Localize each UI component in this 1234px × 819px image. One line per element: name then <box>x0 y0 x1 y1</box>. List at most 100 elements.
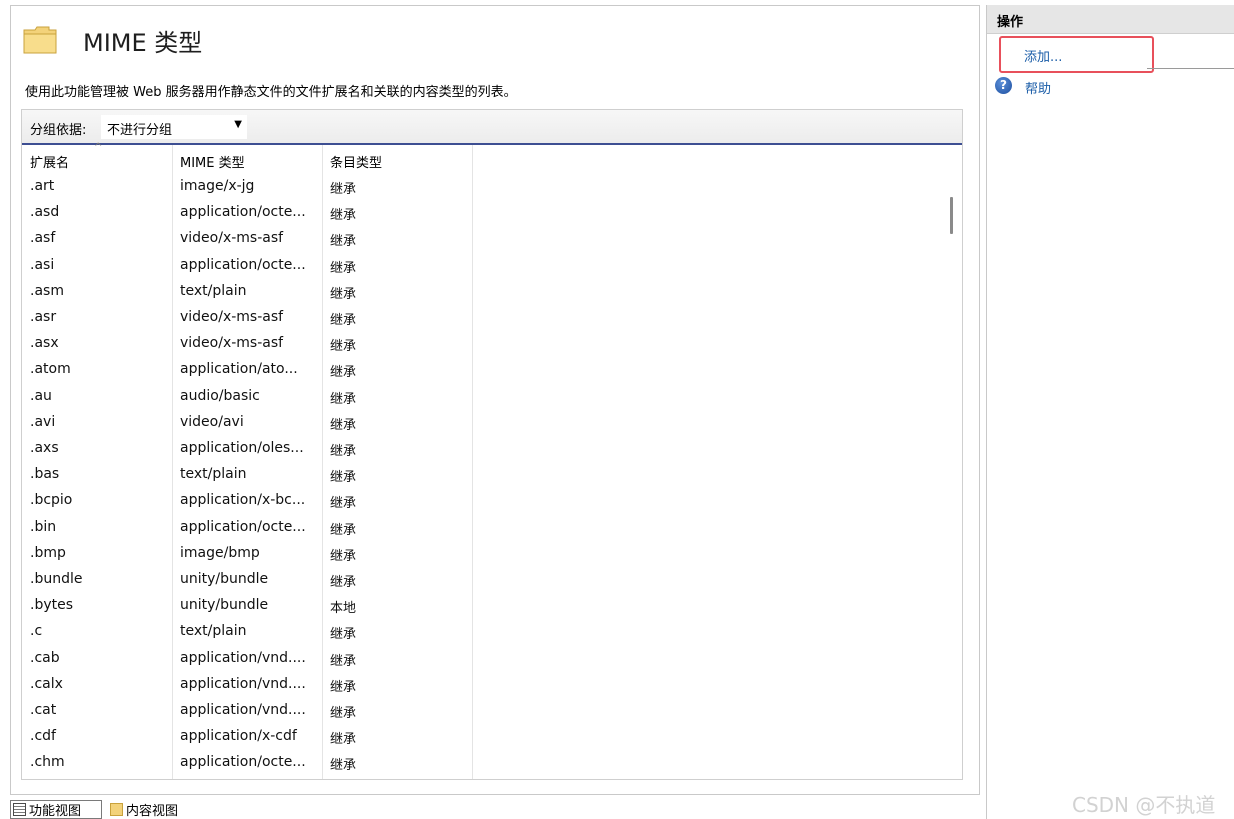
column-header-entry-type[interactable]: 条目类型 <box>330 152 382 171</box>
column-header-extension[interactable]: 扩展名 <box>30 152 69 171</box>
table-row[interactable]: .art image/x-jg 继承 <box>22 174 472 200</box>
tab-features-view[interactable]: 功能视图 <box>10 800 102 819</box>
cell-mime-type: text/plain <box>180 623 247 640</box>
sort-ascending-icon: ^ <box>94 142 103 153</box>
cell-entry-type: 继承 <box>330 286 357 302</box>
cell-extension: .asr <box>30 309 57 325</box>
table-row[interactable]: .bin application/octe... 继承 <box>22 515 472 541</box>
cell-entry-type: 继承 <box>330 548 357 564</box>
table-row[interactable]: .asx video/x-ms-asf 继承 <box>22 331 472 357</box>
table-row[interactable]: .asd application/octe... 继承 <box>22 200 472 226</box>
vertical-scrollbar[interactable] <box>950 197 953 234</box>
table-row[interactable]: .atom application/ato... 继承 <box>22 357 472 383</box>
cell-entry-type: 继承 <box>330 627 357 643</box>
cell-extension: .bcpio <box>30 492 73 509</box>
cell-mime-type: application/oles... <box>180 440 304 456</box>
cell-extension: .avi <box>30 413 56 430</box>
cell-entry-type: 继承 <box>330 260 357 276</box>
divider <box>1147 68 1234 69</box>
cell-entry-type: 继承 <box>330 575 357 590</box>
cell-extension: .cat <box>30 702 57 718</box>
cell-extension: .bas <box>30 466 60 483</box>
cell-mime-type: image/bmp <box>180 544 260 561</box>
cell-extension: .asi <box>30 256 55 273</box>
cell-mime-type: application/vnd.... <box>180 649 306 666</box>
cell-mime-type: application/octe... <box>180 754 306 771</box>
cell-mime-type: application/octe... <box>180 256 306 273</box>
tab-features-view-label: 功能视图 <box>29 804 82 819</box>
features-pane: MIME 类型 使用此功能管理被 Web 服务器用作静态文件的文件扩展名和关联的… <box>10 5 980 795</box>
features-view-icon <box>13 803 26 816</box>
page-description: 使用此功能管理被 Web 服务器用作静态文件的文件扩展名和关联的内容类型的列表。 <box>25 85 517 100</box>
cell-mime-type: video/x-ms-asf <box>180 335 284 352</box>
cell-entry-type: 继承 <box>330 653 357 669</box>
cell-entry-type: 继承 <box>330 234 357 250</box>
add-link[interactable]: 添加... <box>1024 46 1062 65</box>
cell-entry-type: 继承 <box>330 470 357 486</box>
table-row[interactable]: .bytes unity/bundle 本地 <box>22 593 472 619</box>
table-row[interactable]: .calx application/vnd.... 继承 <box>22 672 472 698</box>
table-row[interactable]: .cdf application/x-cdf 继承 <box>22 724 472 750</box>
cell-entry-type: 继承 <box>330 444 357 459</box>
table-row[interactable]: .asf video/x-ms-asf 继承 <box>22 226 472 252</box>
actions-pane: 操作 添加... ? 帮助 <box>986 5 1234 819</box>
help-icon[interactable]: ? <box>995 77 1012 94</box>
page-title: MIME 类型 <box>83 29 203 57</box>
cell-mime-type: text/plain <box>180 282 247 299</box>
group-by-value: 不进行分组 <box>107 123 173 138</box>
cell-entry-type: 继承 <box>330 313 357 328</box>
cell-mime-type: application/octe... <box>180 204 306 221</box>
cell-mime-type: application/x-bc... <box>180 492 306 509</box>
table-row[interactable]: .asm text/plain 继承 <box>22 279 472 305</box>
actions-title: 操作 <box>997 15 1024 30</box>
mime-table: 扩展名 ^ MIME 类型 条目类型 .art image/x-jg 继承 .asd a… <box>22 142 962 779</box>
cell-entry-type: 继承 <box>330 391 357 407</box>
group-by-label: 分组依据: <box>30 123 87 138</box>
cell-mime-type: text/plain <box>180 466 247 483</box>
table-row[interactable]: .au audio/basic 继承 <box>22 384 472 410</box>
cell-entry-type: 本地 <box>330 601 357 617</box>
table-row[interactable]: .asi application/octe... 继承 <box>22 253 472 279</box>
cell-entry-type: 继承 <box>330 732 357 748</box>
table-row[interactable]: .bcpio application/x-bc... 继承 <box>22 488 472 514</box>
cell-extension: .asx <box>30 335 59 352</box>
table-row[interactable]: .c text/plain 继承 <box>22 619 472 645</box>
tab-content-view[interactable]: 内容视图 <box>108 800 198 819</box>
cell-extension: .chm <box>30 754 65 771</box>
table-row[interactable]: .cat application/vnd.... 继承 <box>22 698 472 724</box>
chevron-down-icon: ▼ <box>234 119 242 130</box>
cell-mime-type: unity/bundle <box>180 571 269 587</box>
cell-entry-type: 继承 <box>330 522 357 538</box>
cell-entry-type: 继承 <box>330 365 357 381</box>
table-row[interactable]: .bundle unity/bundle 继承 <box>22 567 472 593</box>
table-row[interactable]: .chm application/octe... 继承 <box>22 750 472 776</box>
tab-content-view-label: 内容视图 <box>126 804 179 819</box>
cell-extension: .bin <box>30 518 57 535</box>
group-by-bar: 分组依据: 不进行分组 ▼ <box>22 110 962 145</box>
cell-entry-type: 继承 <box>330 339 357 355</box>
group-by-dropdown[interactable]: 不进行分组 ▼ <box>101 115 247 139</box>
cell-extension: .bytes <box>30 597 74 614</box>
cell-mime-type: video/avi <box>180 413 244 430</box>
cell-entry-type: 继承 <box>330 679 357 695</box>
table-row[interactable]: .avi video/avi 继承 <box>22 410 472 436</box>
table-row[interactable]: .cab application/vnd.... 继承 <box>22 646 472 672</box>
mime-list-panel: 分组依据: 不进行分组 ▼ 扩展名 ^ MIME 类型 条目类型 .art ima… <box>21 109 963 780</box>
column-header-mime-type[interactable]: MIME 类型 <box>180 152 245 171</box>
cell-mime-type: application/ato... <box>180 361 298 378</box>
table-row[interactable]: .asr video/x-ms-asf 继承 <box>22 305 472 331</box>
cell-entry-type: 继承 <box>330 706 357 721</box>
cell-entry-type: 继承 <box>330 182 357 197</box>
folder-icon <box>23 26 57 54</box>
table-row[interactable]: .bmp image/bmp 继承 <box>22 541 472 567</box>
watermark-text: CSDN @不执道 <box>1072 793 1216 817</box>
help-link[interactable]: 帮助 <box>1025 78 1051 97</box>
table-row[interactable]: .bas text/plain 继承 <box>22 462 472 488</box>
cell-extension: .atom <box>30 361 71 378</box>
cell-extension: .asd <box>30 204 60 221</box>
cell-extension: .asm <box>30 282 64 299</box>
cell-extension: .cdf <box>30 728 56 745</box>
table-row[interactable]: .axs application/oles... 继承 <box>22 436 472 462</box>
actions-header: 操作 <box>987 5 1234 34</box>
cell-extension: .bundle <box>30 571 83 587</box>
